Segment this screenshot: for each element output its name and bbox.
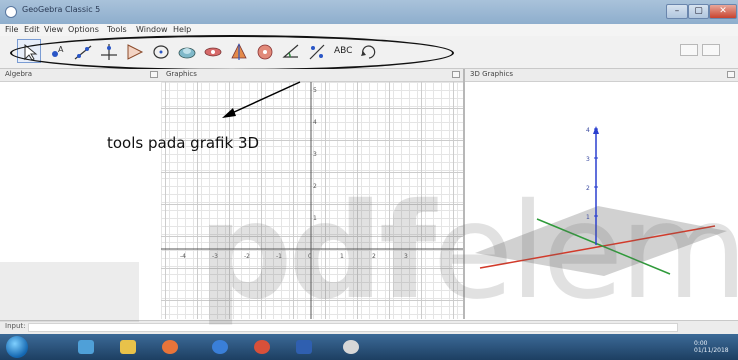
watermark-bar <box>0 262 139 322</box>
